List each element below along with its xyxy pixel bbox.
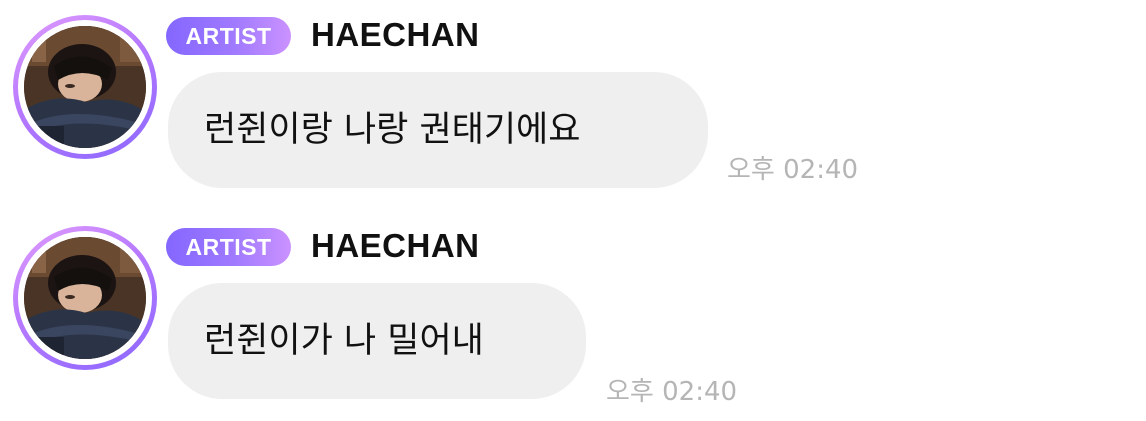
- message-bubble[interactable]: 런쥔이가 나 밀어내: [168, 283, 586, 399]
- artist-badge: ARTIST: [166, 228, 291, 266]
- author-name[interactable]: HAECHAN: [311, 13, 480, 57]
- profile-photo: [24, 237, 146, 359]
- avatar-border: [18, 20, 152, 154]
- profile-photo: [24, 26, 146, 148]
- author-name[interactable]: HAECHAN: [311, 224, 480, 268]
- profile-photo-icon: [24, 26, 146, 148]
- profile-photo-icon: [24, 237, 146, 359]
- artist-badge: ARTIST: [166, 17, 291, 55]
- avatar-border: [18, 231, 152, 365]
- avatar[interactable]: [13, 226, 157, 370]
- chat-message: ARTIST HAECHAN 런쥔이가 나 밀어내 오후 02:40: [0, 222, 1146, 412]
- message-timestamp: 오후 02:40: [606, 377, 738, 407]
- message-timestamp: 오후 02:40: [727, 155, 859, 185]
- message-bubble[interactable]: 런쥔이랑 나랑 권태기에요: [168, 72, 708, 188]
- avatar[interactable]: [13, 15, 157, 159]
- chat-message: ARTIST HAECHAN 런쥔이랑 나랑 권태기에요 오후 02:40: [0, 11, 1146, 201]
